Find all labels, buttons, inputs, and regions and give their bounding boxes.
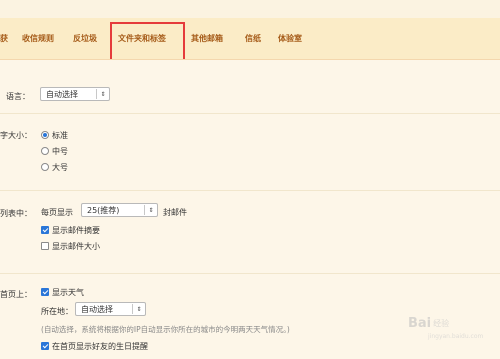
birthday-reminder-label: 在首页显示好友的生日提醒	[52, 342, 148, 351]
location-select-value: 自动选择	[81, 304, 113, 314]
birthday-reminder-checkbox[interactable]	[41, 342, 49, 350]
tab-stationery[interactable]: 信纸	[245, 33, 261, 44]
location-label: 所在地：	[41, 307, 73, 316]
per-page-select-value: 25(推荐)	[87, 205, 120, 215]
baidu-jingyan-watermark: Bai 经验 jingyan.baidu.com	[408, 316, 483, 340]
tab-anti-spam[interactable]: 反垃圾	[73, 33, 97, 44]
language-select[interactable]: 自动选择 ⇕	[40, 87, 110, 101]
radio-standard[interactable]	[41, 131, 49, 139]
tab-other-mailboxes[interactable]: 其他邮箱	[191, 33, 223, 44]
per-page-suffix: 封邮件	[163, 208, 187, 217]
radio-medium-label: 中号	[52, 147, 68, 156]
updown-arrow-icon: ⇕	[148, 206, 154, 214]
home-label: 首页上：	[0, 290, 32, 299]
watermark-url: jingyan.baidu.com	[428, 333, 484, 340]
tab-lab[interactable]: 体验室	[278, 33, 302, 44]
show-size-checkbox[interactable]	[41, 242, 49, 250]
show-size-label: 显示邮件大小	[52, 242, 100, 251]
show-summary-checkbox[interactable]	[41, 226, 49, 234]
show-summary-label: 显示邮件摘要	[52, 226, 100, 235]
show-weather-checkbox[interactable]	[41, 288, 49, 296]
language-select-value: 自动选择	[46, 89, 78, 99]
show-weather-label: 显示天气	[52, 288, 84, 297]
weather-note: (自动选择，系统将根据你的IP自动显示你所在的城市的今明两天天气情况。)	[41, 325, 290, 334]
tab-receive-rules[interactable]: 收信规则	[22, 33, 54, 44]
section-divider	[0, 273, 500, 274]
radio-medium[interactable]	[41, 147, 49, 155]
top-band	[0, 0, 500, 18]
location-select[interactable]: 自动选择 ⇕	[75, 302, 146, 316]
per-page-prefix: 每页显示	[41, 208, 73, 217]
radio-large[interactable]	[41, 163, 49, 171]
updown-arrow-icon: ⇕	[136, 305, 142, 313]
mail-list-label: 列表中：	[0, 209, 32, 218]
radio-large-label: 大号	[52, 163, 68, 172]
watermark-logo: Bai	[408, 316, 432, 331]
per-page-select[interactable]: 25(推荐) ⇕	[81, 203, 158, 217]
language-label: 语言：	[6, 92, 30, 101]
section-divider	[0, 113, 500, 114]
section-divider	[0, 190, 500, 191]
watermark-text: 经验	[433, 319, 450, 328]
font-size-label: 字大小：	[0, 131, 32, 140]
updown-arrow-icon: ⇕	[100, 90, 106, 98]
tab-partial[interactable]: 获	[0, 33, 8, 44]
radio-standard-label: 标准	[52, 131, 68, 140]
